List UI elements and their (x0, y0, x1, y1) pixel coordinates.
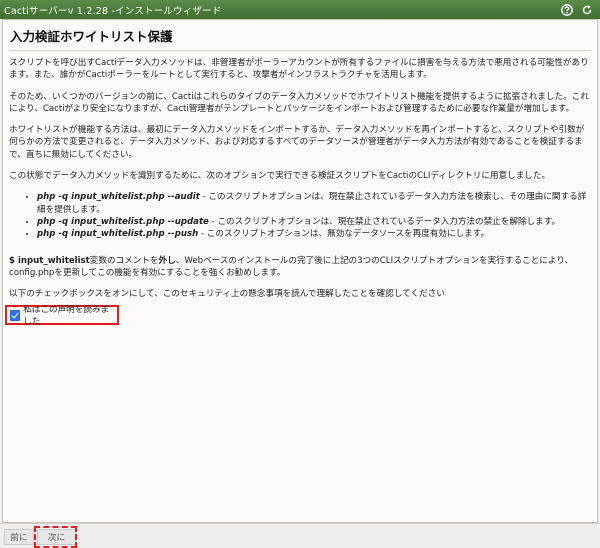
intro-paragraph: スクリプトを呼び出すCactiデータ入力メソッドは、非管理者がポーラーアカウント… (9, 58, 589, 81)
acknowledge-checkbox-row[interactable]: 私はこの声明を読みました (5, 303, 119, 327)
window-titlebar: Cactiサーバーv 1.2.28 -インストールウィザード (0, 0, 600, 19)
acknowledge-checkbox[interactable] (10, 309, 21, 321)
option-command: php -q input_whitelist.php --push (37, 229, 199, 240)
variable-name: $ input_whitelist (9, 255, 90, 266)
next-button-highlight (34, 526, 77, 548)
behavior-paragraph: ホワイトリストが機能する方法は、最初にデータ入力メソッドをインポートするか、デー… (9, 125, 585, 160)
option-command: php -q input_whitelist.php --update (37, 216, 209, 227)
script-options-list: php -q input_whitelist.php --audit - このス… (9, 191, 591, 240)
list-item: php -q input_whitelist.php --update - この… (37, 216, 591, 228)
wizard-footer: 前に 次に (0, 523, 600, 548)
list-item: php -q input_whitelist.php --audit - このス… (37, 191, 591, 216)
option-description: - このスクリプトオプションは、無効なデータソースを再度有効にします。 (198, 229, 490, 240)
refresh-icon[interactable] (580, 3, 594, 17)
page-title: 入力検証ホワイトリスト保護 (10, 29, 173, 44)
uncomment-word: 外し (158, 255, 176, 266)
previous-button[interactable]: 前に (4, 529, 34, 545)
recommendation-text-a: 変数のコメントを (89, 255, 159, 266)
window-title: Cactiサーバーv 1.2.28 -インストールウィザード (4, 5, 222, 17)
acknowledge-checkbox-label[interactable]: 私はこの声明を読みました (23, 303, 117, 327)
history-paragraph: そのため、いくつかのバージョンの前に、Cactiはこれらのタイプのデータ入力メソ… (9, 91, 589, 114)
list-item: php -q input_whitelist.php --push - このスク… (37, 228, 591, 240)
recommendation-paragraph: $ input_whitelist変数のコメントを外し、Webベースのインストー… (9, 255, 591, 280)
confirm-instruction: 以下のチェックボックスをオンにして、このセキュリティ上の懸念事項を読んで理解した… (9, 289, 445, 300)
option-description: - このスクリプトオプションは、現在禁止されているデータ入力方法の禁止を解除しま… (208, 216, 561, 227)
help-icon[interactable] (560, 3, 574, 17)
wizard-panel: 入力検証ホワイトリスト保護 スクリプトを呼び出すCactiデータ入力メソッドは、… (2, 19, 598, 523)
option-command: php -q input_whitelist.php --audit (37, 192, 200, 203)
title-divider (9, 50, 591, 51)
script-paragraph: この状態でデータ入力メソッドを識別するために、次のオプションで実行できる検証スク… (9, 171, 551, 182)
